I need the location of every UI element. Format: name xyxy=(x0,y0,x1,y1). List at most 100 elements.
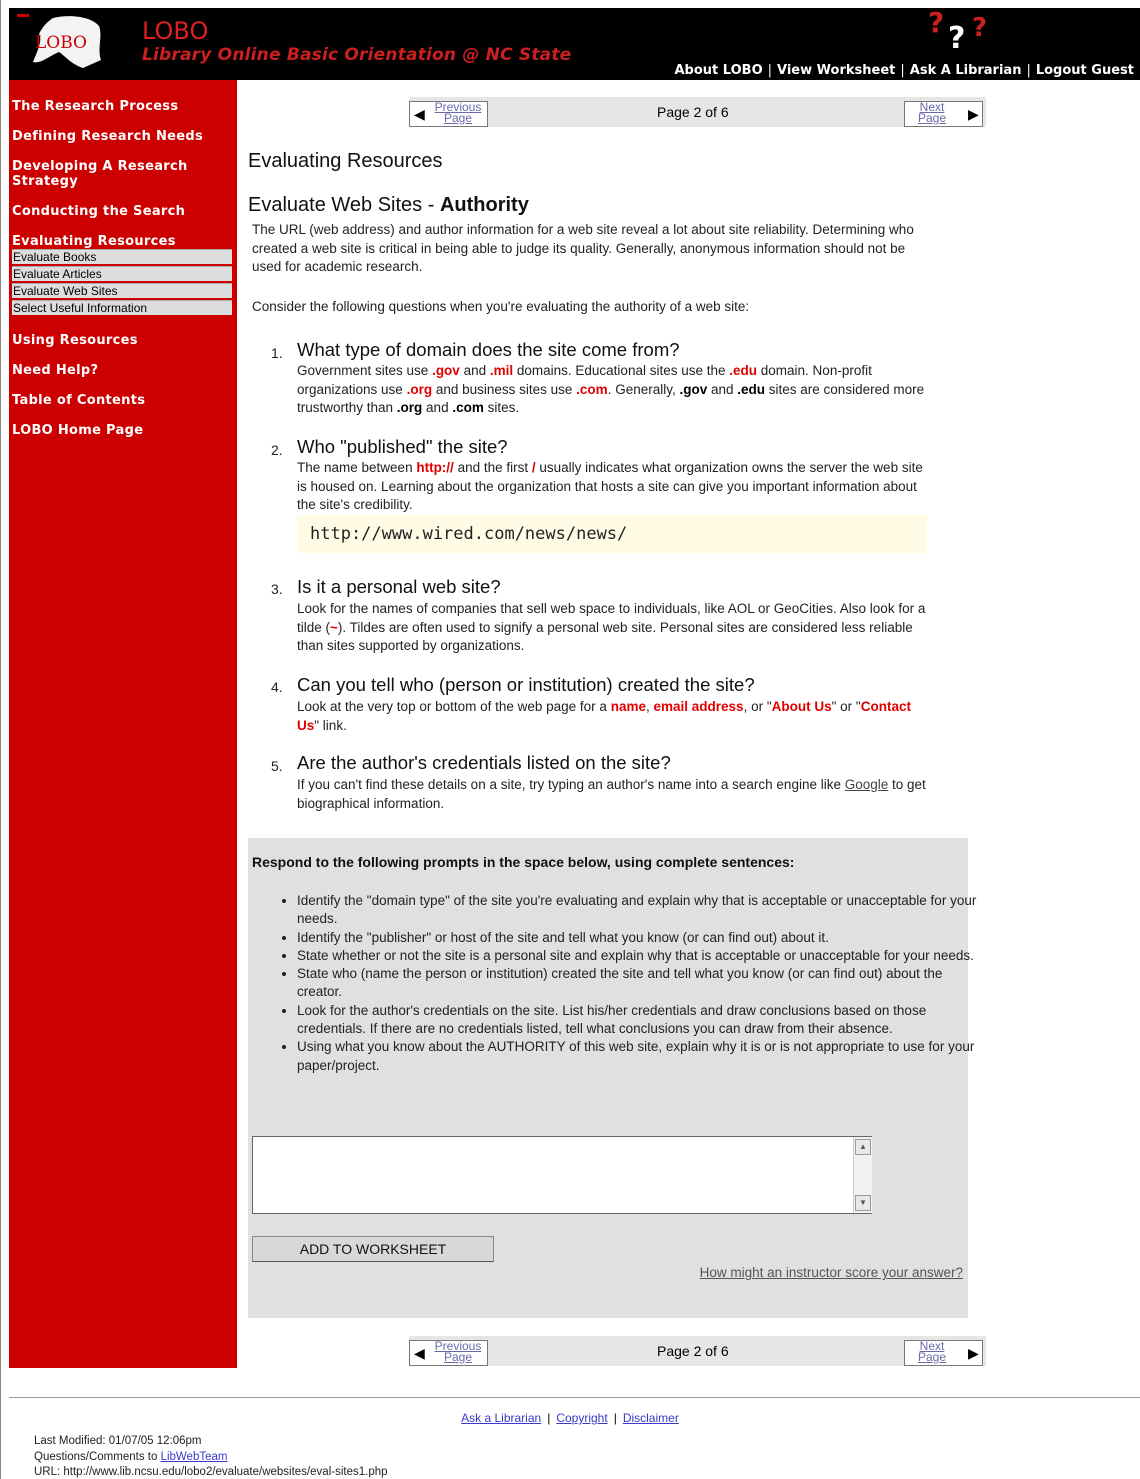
highlighted-term: .gov xyxy=(679,381,708,397)
question-number: 3. xyxy=(271,581,283,597)
main-content: ◀ Previous Page Page 2 of 6 Next Page ▶ Ev… xyxy=(237,80,1140,1380)
body-text: and the first xyxy=(453,460,532,475)
answer-textarea[interactable] xyxy=(252,1136,872,1214)
highlighted-term: http:// xyxy=(416,460,454,475)
scroll-up-icon[interactable]: ▲ xyxy=(855,1139,871,1155)
response-panel: Respond to the following prompts in the … xyxy=(248,838,976,1318)
list-item: State who (name the person or institutio… xyxy=(297,965,977,1002)
page-label: Page xyxy=(443,1350,473,1364)
list-item: Look for the author's credentials on the… xyxy=(297,1002,977,1039)
highlighted-term: .gov xyxy=(432,363,460,378)
page-title: Evaluate Web Sites - Authority xyxy=(248,194,529,217)
triangle-left-icon: ◀ xyxy=(414,106,425,122)
next-page-button[interactable]: Next Page ▶ xyxy=(904,1340,983,1366)
nav-view-worksheet[interactable]: View Worksheet xyxy=(777,63,895,78)
body-text: and xyxy=(707,381,738,397)
nav-ask-a-librarian[interactable]: Ask A Librarian xyxy=(910,63,1022,78)
textarea-scrollbar[interactable]: ▲ ▼ xyxy=(853,1137,872,1213)
sidebar: The Research Process Defining Research N… xyxy=(9,80,237,1368)
google-link[interactable]: Google xyxy=(845,777,889,792)
separator: | xyxy=(547,1411,551,1425)
footer-ask-librarian-link[interactable]: Ask a Librarian xyxy=(461,1411,541,1425)
nav-about-lobo[interactable]: About LOBO xyxy=(675,63,763,78)
sidebar-item-evaluating-resources[interactable]: Evaluating Resources xyxy=(12,234,232,249)
body-text: and xyxy=(422,400,453,415)
pager-top: ◀ Previous Page Page 2 of 6 Next Page ▶ xyxy=(409,97,986,127)
page-label: Page xyxy=(917,1350,947,1364)
page-label: Page xyxy=(917,111,947,125)
sidebar-item-lobo-home[interactable]: LOBO Home Page xyxy=(12,423,232,438)
sidebar-item-table-of-contents[interactable]: Table of Contents xyxy=(12,393,232,408)
footer-links: Ask a Librarian | Copyright | Disclaimer xyxy=(0,1411,1140,1425)
score-help-link[interactable]: How might an instructor score your answe… xyxy=(700,1265,963,1280)
list-item: Using what you know about the AUTHORITY … xyxy=(297,1038,977,1075)
highlighted-term: .com xyxy=(452,400,484,415)
sidebar-item-research-process[interactable]: The Research Process xyxy=(12,99,232,114)
list-item: Identify the "domain type" of the site y… xyxy=(297,892,977,929)
questions-prefix: Questions/Comments to xyxy=(34,1451,161,1463)
sidebar-subitem-evaluate-books[interactable]: Evaluate Books xyxy=(12,249,232,264)
list-item: Identify the "publisher" or host of the … xyxy=(297,929,977,947)
question-title: Are the author's credentials listed on t… xyxy=(297,752,671,773)
site-title: LOBO xyxy=(142,17,209,45)
sidebar-item-defining-research-needs[interactable]: Defining Research Needs xyxy=(12,129,232,144)
site-header: LOBO LOBO Library Online Basic Orientati… xyxy=(9,6,1140,80)
page-url: URL: http://www.lib.ncsu.edu/lobo2/evalu… xyxy=(34,1466,388,1478)
question-body: Look at the very top or bottom of the we… xyxy=(297,698,932,735)
footer-copyright-link[interactable]: Copyright xyxy=(556,1411,607,1425)
question-number: 5. xyxy=(271,758,283,774)
svg-text:?: ? xyxy=(948,21,965,56)
page-status: Page 2 of 6 xyxy=(657,104,729,120)
body-text: , xyxy=(645,699,654,714)
top-navigation: About LOBO | View Worksheet | Ask A Libraria… xyxy=(674,63,1135,78)
svg-text:?: ? xyxy=(972,13,987,43)
separator: | xyxy=(613,1411,617,1425)
body-text: If you can't find these details on a sit… xyxy=(297,777,845,792)
footer-disclaimer-link[interactable]: Disclaimer xyxy=(623,1411,679,1425)
svg-text:?: ? xyxy=(928,6,944,39)
highlighted-term: name xyxy=(610,699,646,714)
sidebar-item-conducting-search[interactable]: Conducting the Search xyxy=(12,204,232,219)
question-body: Look for the names of companies that sel… xyxy=(297,600,932,656)
sidebar-item-developing-strategy[interactable]: Developing A Research Strategy xyxy=(12,159,232,189)
lobo-logo[interactable]: LOBO xyxy=(13,12,111,72)
libwebteam-link[interactable]: LibWebTeam xyxy=(161,1451,228,1463)
highlighted-term: ~ xyxy=(330,619,338,635)
section-heading: Evaluating Resources xyxy=(248,150,443,172)
page-left-border xyxy=(0,0,1,1479)
body-text: Look at the very top or bottom of the we… xyxy=(297,699,611,714)
question-title: Is it a personal web site? xyxy=(297,576,501,597)
highlighted-term: .edu xyxy=(737,381,766,397)
previous-page-button[interactable]: ◀ Previous Page xyxy=(409,1340,488,1366)
previous-page-button[interactable]: ◀ Previous Page xyxy=(409,101,488,127)
sidebar-subitem-evaluate-articles[interactable]: Evaluate Articles xyxy=(12,266,232,281)
question-body: If you can't find these details on a sit… xyxy=(297,776,932,813)
intro-paragraph: The URL (web address) and author informa… xyxy=(252,222,914,274)
triangle-right-icon: ▶ xyxy=(968,1345,979,1361)
consider-paragraph: Consider the following questions when yo… xyxy=(252,299,750,314)
next-page-button[interactable]: Next Page ▶ xyxy=(904,101,983,127)
highlighted-term: .mil xyxy=(489,363,514,378)
scroll-down-icon[interactable]: ▼ xyxy=(855,1195,871,1211)
body-text: Government sites use xyxy=(297,363,433,378)
question-title: Can you tell who (person or institution)… xyxy=(297,674,755,695)
sidebar-subitem-evaluate-web-sites[interactable]: Evaluate Web Sites xyxy=(12,283,232,298)
sidebar-subitem-select-useful-information[interactable]: Select Useful Information xyxy=(12,300,232,315)
footer-divider xyxy=(9,1397,1140,1398)
body-text: domains. Educational sites use the xyxy=(513,363,730,378)
sidebar-item-need-help[interactable]: Need Help? xyxy=(12,363,232,378)
add-to-worksheet-button[interactable]: ADD TO WORKSHEET xyxy=(252,1236,494,1262)
question-body: The name between http:// and the first /… xyxy=(297,459,932,515)
nav-logout-guest[interactable]: Logout Guest xyxy=(1036,63,1134,78)
last-modified: Last Modified: 01/07/05 12:06pm xyxy=(34,1435,202,1447)
body-text: The name between xyxy=(297,460,417,475)
body-text: , or " xyxy=(743,699,772,714)
question-title: Who "published" the site? xyxy=(297,436,508,457)
body-text: sites. xyxy=(483,400,520,415)
body-text: and business sites use xyxy=(432,381,577,397)
body-text: " link. xyxy=(314,717,347,733)
pager-bottom: ◀ Previous Page Page 2 of 6 Next Page ▶ xyxy=(409,1336,986,1366)
prompt-list: Identify the "domain type" of the site y… xyxy=(278,892,977,1075)
sidebar-item-using-resources[interactable]: Using Resources xyxy=(12,333,232,348)
highlighted-term: .com xyxy=(576,381,608,397)
